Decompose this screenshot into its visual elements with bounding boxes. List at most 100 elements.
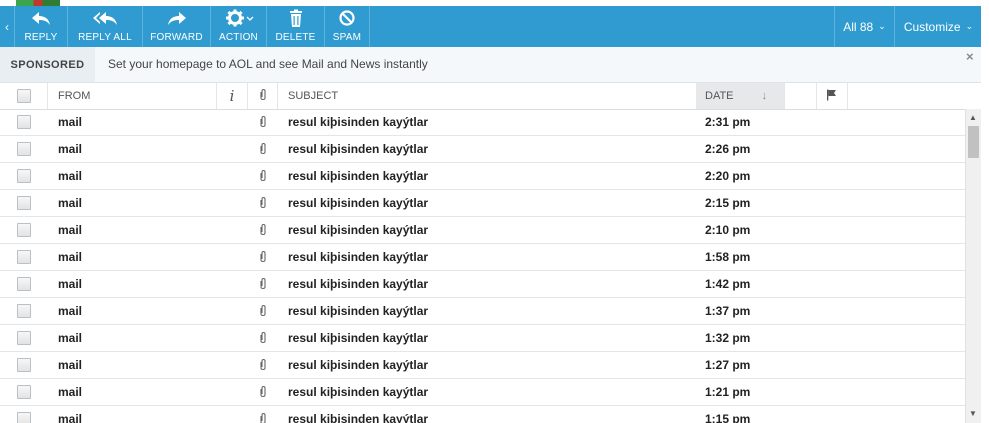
attachment-icon <box>258 217 268 243</box>
row-checkbox[interactable] <box>17 223 31 237</box>
message-row[interactable]: mail resul kiþisinden kayýtlar 2:15 pm <box>0 190 965 217</box>
message-subject: resul kiþisinden kayýtlar <box>288 358 429 372</box>
message-subject: resul kiþisinden kayýtlar <box>288 223 429 237</box>
message-date: 1:58 pm <box>705 250 751 264</box>
message-sender: mail <box>58 331 83 345</box>
row-checkbox[interactable] <box>17 196 31 210</box>
attachment-column-header[interactable] <box>248 83 278 109</box>
message-subject: resul kiþisinden kayýtlar <box>288 250 429 264</box>
message-date: 1:15 pm <box>705 412 751 423</box>
subject-column-header[interactable]: SUBJECT <box>278 83 696 109</box>
scroll-up-arrow-icon[interactable]: ▲ <box>969 113 977 122</box>
row-checkbox[interactable] <box>17 304 31 318</box>
reply-all-button[interactable]: REPLY ALL <box>68 6 143 47</box>
message-date: 1:32 pm <box>705 331 751 345</box>
message-list: mail resul kiþisinden kayýtlar 2:31 pm m… <box>0 109 965 423</box>
message-date: 2:15 pm <box>705 196 751 210</box>
sort-descending-icon: ↓ <box>761 90 768 102</box>
forward-label: FORWARD <box>150 32 203 43</box>
message-list-scrollbar[interactable]: ▲ ▼ <box>965 109 981 423</box>
flag-column-header[interactable] <box>816 83 848 109</box>
message-row[interactable]: mail resul kiþisinden kayýtlar 1:37 pm <box>0 298 965 325</box>
message-row[interactable]: mail resul kiþisinden kayýtlar 1:27 pm <box>0 352 965 379</box>
attachment-icon <box>258 136 268 162</box>
message-row[interactable]: mail resul kiþisinden kayýtlar 1:42 pm <box>0 271 965 298</box>
message-row[interactable]: mail resul kiþisinden kayýtlar 1:21 pm <box>0 379 965 406</box>
sponsored-message[interactable]: Set your homepage to AOL and see Mail an… <box>108 57 428 71</box>
message-row[interactable]: mail resul kiþisinden kayýtlar 1:58 pm <box>0 244 965 271</box>
message-row[interactable]: mail resul kiþisinden kayýtlar 2:26 pm <box>0 136 965 163</box>
block-icon <box>325 9 369 31</box>
select-all-checkbox[interactable] <box>16 89 31 103</box>
attachment-icon <box>258 379 268 405</box>
message-subject: resul kiþisinden kayýtlar <box>288 115 429 129</box>
all-filter-dropdown[interactable]: All 88 ⌄ <box>834 6 894 47</box>
from-column-label: FROM <box>58 90 91 102</box>
message-sender: mail <box>58 250 83 264</box>
message-date: 2:20 pm <box>705 169 751 183</box>
message-subject: resul kiþisinden kayýtlar <box>288 142 429 156</box>
reply-button[interactable]: REPLY <box>15 6 68 47</box>
row-checkbox[interactable] <box>17 385 31 399</box>
message-sender: mail <box>58 142 83 156</box>
message-subject: resul kiþisinden kayýtlar <box>288 277 429 291</box>
date-column-header[interactable]: DATE ↓ <box>696 83 785 109</box>
attachment-icon <box>258 325 268 351</box>
row-checkbox[interactable] <box>17 331 31 345</box>
row-checkbox[interactable] <box>17 169 31 183</box>
customize-label: Customize <box>903 19 961 34</box>
delete-label: DELETE <box>275 32 316 43</box>
message-row[interactable]: mail resul kiþisinden kayýtlar 2:31 pm <box>0 109 965 136</box>
attachment-icon <box>258 352 268 378</box>
message-subject: resul kiþisinden kayýtlar <box>288 385 429 399</box>
action-button[interactable]: ACTION <box>211 6 267 47</box>
info-column-header[interactable]: i <box>217 83 248 109</box>
collapse-sidebar-button[interactable]: ‹ <box>0 6 15 47</box>
close-icon[interactable]: × <box>966 49 974 64</box>
message-sender: mail <box>58 304 83 318</box>
spam-button[interactable]: SPAM <box>325 6 370 47</box>
row-checkbox[interactable] <box>17 250 31 264</box>
message-row[interactable]: mail resul kiþisinden kayýtlar 2:20 pm <box>0 163 965 190</box>
customize-dropdown[interactable]: Customize ⌄ <box>894 6 982 47</box>
subject-column-label: SUBJECT <box>288 90 339 102</box>
message-row[interactable]: mail resul kiþisinden kayýtlar 2:10 pm <box>0 217 965 244</box>
message-subject: resul kiþisinden kayýtlar <box>288 196 429 210</box>
row-checkbox[interactable] <box>17 115 31 129</box>
attachment-icon <box>258 190 268 216</box>
all-filter-label: All 88 <box>843 19 874 34</box>
attachment-icon <box>258 298 268 324</box>
message-row[interactable]: mail resul kiþisinden kayýtlar 1:15 pm <box>0 406 965 423</box>
message-sender: mail <box>58 385 83 399</box>
message-sender: mail <box>58 196 83 210</box>
select-all-cell <box>0 83 48 109</box>
scroll-down-arrow-icon[interactable]: ▼ <box>969 409 977 418</box>
message-date: 2:31 pm <box>705 115 751 129</box>
row-checkbox[interactable] <box>17 412 31 423</box>
sponsored-tag: SPONSORED <box>0 47 95 82</box>
message-row[interactable]: mail resul kiþisinden kayýtlar 1:32 pm <box>0 325 965 352</box>
message-subject: resul kiþisinden kayýtlar <box>288 304 429 318</box>
forward-button[interactable]: FORWARD <box>143 6 211 47</box>
message-sender: mail <box>58 412 83 423</box>
gear-icon <box>211 9 266 31</box>
chevron-left-icon: ‹ <box>5 19 9 34</box>
message-sender: mail <box>58 115 83 129</box>
reply-all-label: REPLY ALL <box>78 32 132 43</box>
sponsored-banner: SPONSORED Set your homepage to AOL and s… <box>0 47 981 83</box>
scrollbar-thumb[interactable] <box>968 126 979 158</box>
chevron-down-icon: ⌄ <box>878 21 886 31</box>
row-checkbox[interactable] <box>17 277 31 291</box>
message-subject: resul kiþisinden kayýtlar <box>288 331 429 345</box>
row-checkbox[interactable] <box>17 358 31 372</box>
attachment-icon <box>258 271 268 297</box>
action-label: ACTION <box>219 32 258 43</box>
message-subject: resul kiþisinden kayýtlar <box>288 169 429 183</box>
attachment-icon <box>258 109 268 135</box>
row-checkbox[interactable] <box>17 142 31 156</box>
message-sender: mail <box>58 169 83 183</box>
from-column-header[interactable]: FROM <box>48 83 217 109</box>
info-icon: i <box>229 87 235 105</box>
delete-button[interactable]: DELETE <box>267 6 325 47</box>
message-date: 1:42 pm <box>705 277 751 291</box>
